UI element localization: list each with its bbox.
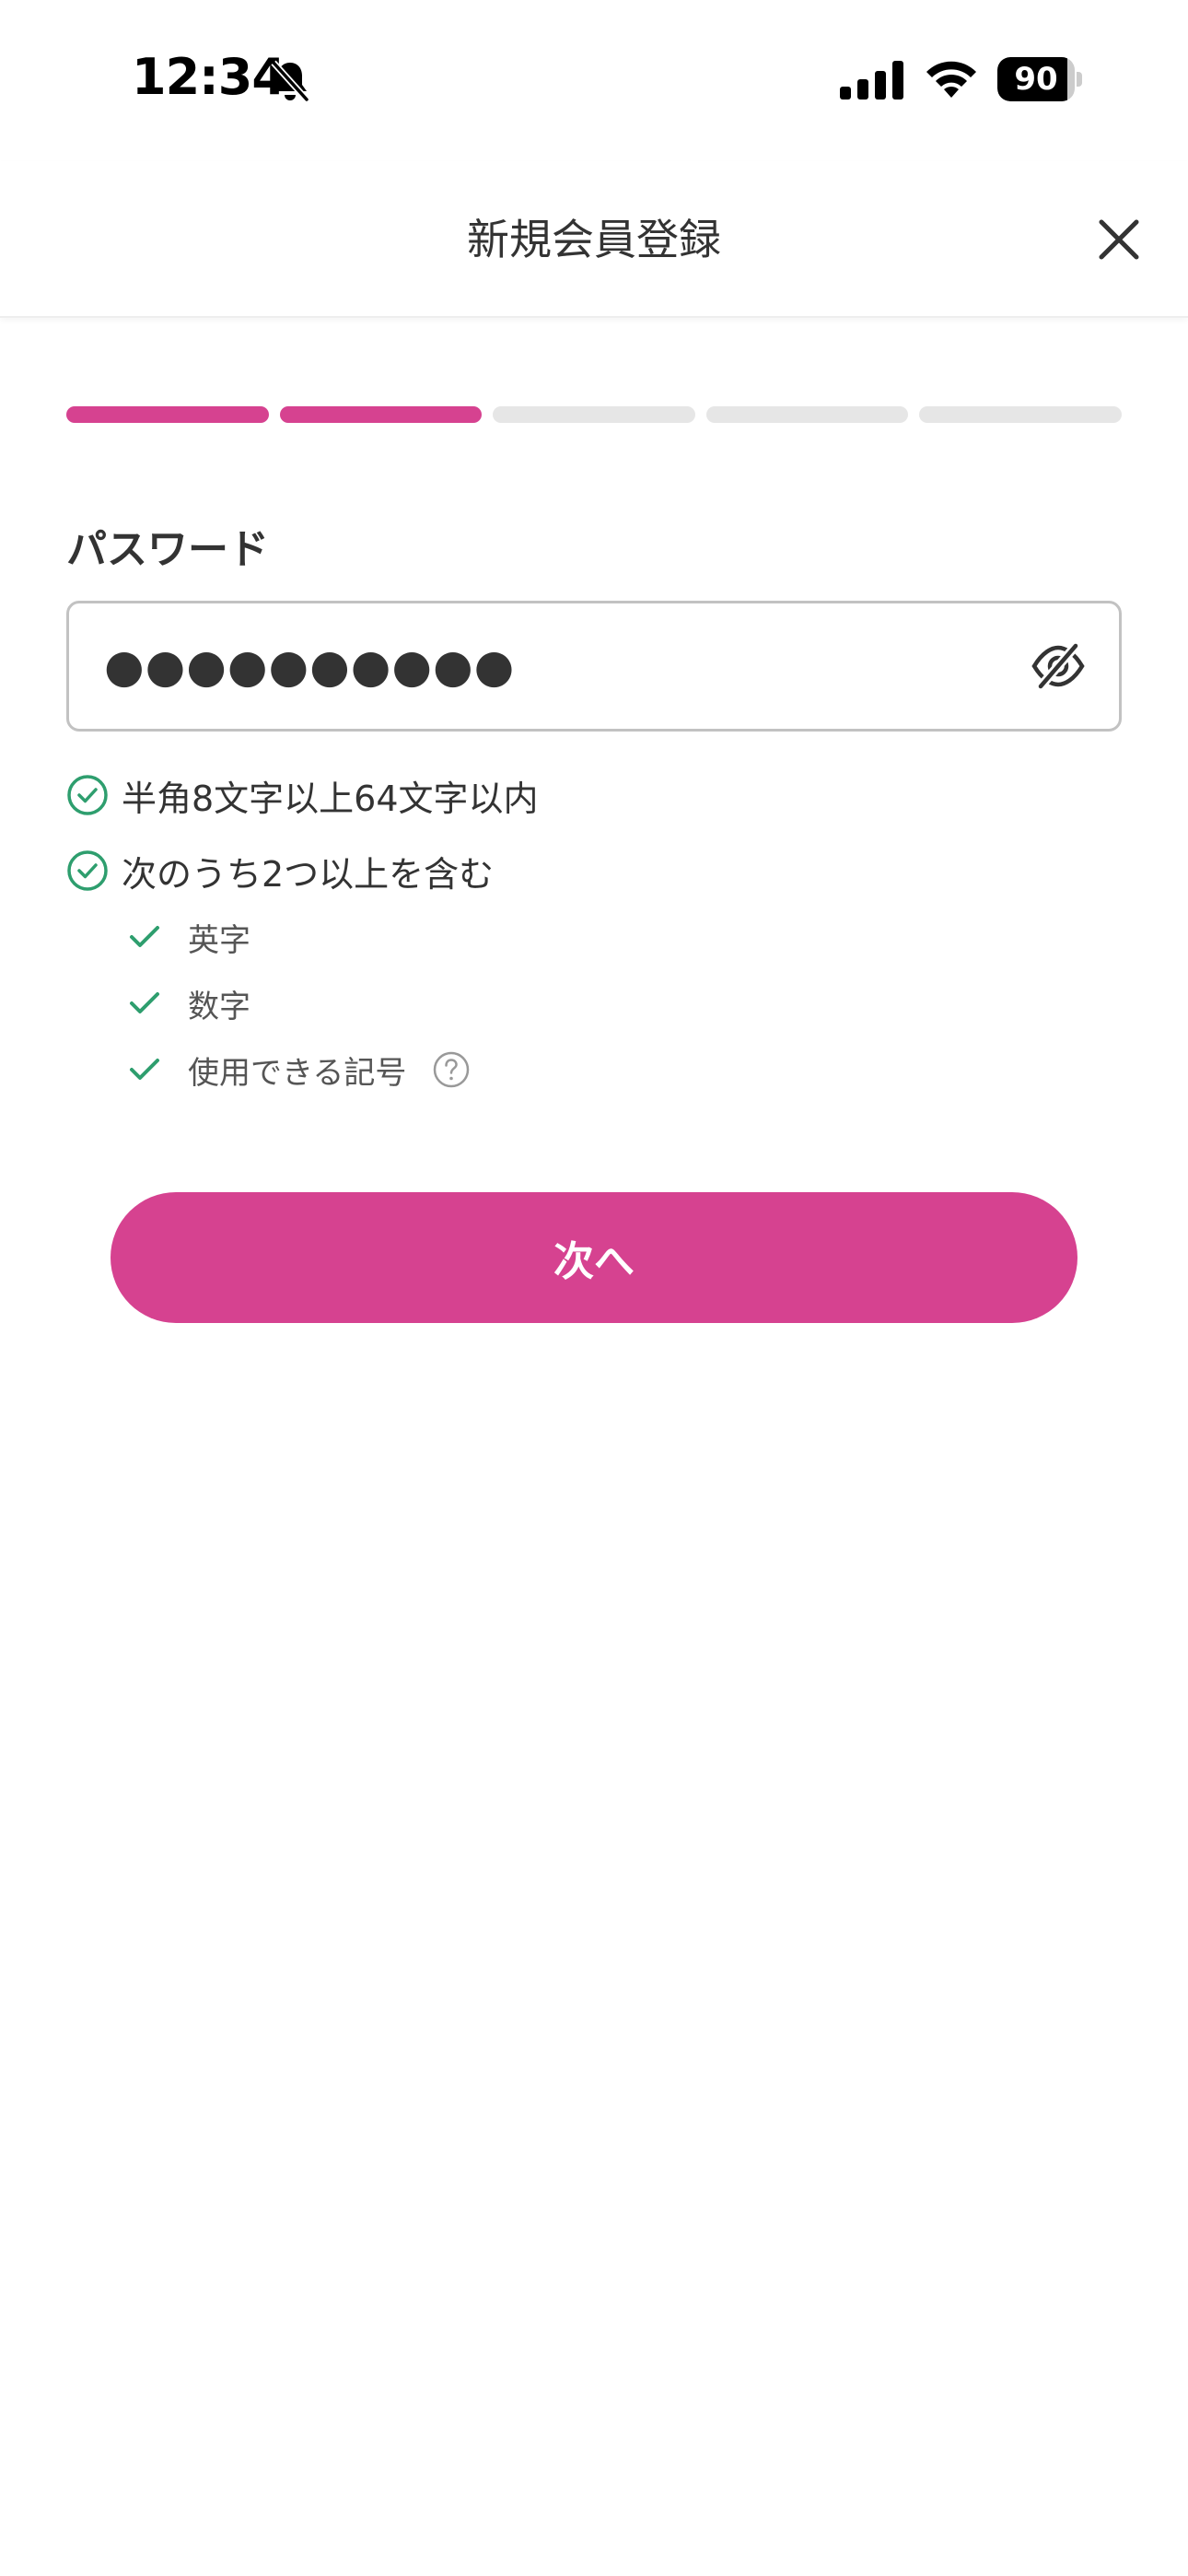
subrule-symbols-text: 使用できる記号 bbox=[188, 1054, 407, 1092]
close-icon[interactable] bbox=[1096, 217, 1142, 263]
next-button[interactable]: 次へ bbox=[111, 1192, 1077, 1323]
battery-indicator: 90 bbox=[997, 57, 1082, 101]
battery-cap bbox=[1077, 72, 1082, 87]
battery-body: 90 bbox=[997, 57, 1075, 101]
password-label: パスワード bbox=[66, 526, 269, 573]
status-time: 12:34 bbox=[132, 48, 286, 106]
circle-check-icon bbox=[67, 850, 108, 891]
subrule-letters: 英字 bbox=[127, 914, 250, 960]
wifi-icon bbox=[926, 61, 976, 98]
progress-step-5 bbox=[919, 406, 1122, 423]
subrule-numbers-text: 数字 bbox=[188, 988, 250, 1025]
step-progress-bar bbox=[66, 406, 1122, 423]
subrule-letters-text: 英字 bbox=[188, 921, 250, 959]
battery-level-text: 90 bbox=[1014, 61, 1058, 98]
eye-off-icon[interactable] bbox=[1030, 640, 1087, 692]
password-masked-value: ●●●●●●●●●● bbox=[104, 639, 516, 693]
check-icon bbox=[130, 926, 159, 947]
status-bar: 12:34 90 bbox=[0, 0, 1188, 161]
progress-step-1 bbox=[66, 406, 269, 423]
subrule-numbers: 数字 bbox=[127, 980, 250, 1026]
rule-length-text: 半角8文字以上64文字以内 bbox=[122, 778, 539, 819]
rule-contains: 次のうち2つ以上を含む bbox=[66, 848, 495, 895]
bell-slash-icon bbox=[271, 60, 309, 102]
check-icon bbox=[130, 1059, 159, 1080]
rule-contains-text: 次のうち2つ以上を含む bbox=[122, 853, 495, 895]
rule-length: 半角8文字以上64文字以内 bbox=[66, 772, 539, 819]
circle-check-icon bbox=[67, 775, 108, 815]
question-circle-icon[interactable] bbox=[432, 1050, 471, 1089]
subrule-symbols: 使用できる記号 bbox=[127, 1047, 471, 1093]
cellular-signal-icon bbox=[840, 61, 903, 100]
page-title: 新規会員登録 bbox=[467, 215, 721, 264]
progress-step-2 bbox=[279, 406, 483, 423]
password-input[interactable]: ●●●●●●●●●● bbox=[66, 601, 1122, 732]
header: 新規会員登録 bbox=[0, 161, 1188, 318]
check-icon bbox=[130, 992, 159, 1013]
progress-step-3 bbox=[493, 406, 695, 423]
progress-step-4 bbox=[705, 406, 909, 423]
